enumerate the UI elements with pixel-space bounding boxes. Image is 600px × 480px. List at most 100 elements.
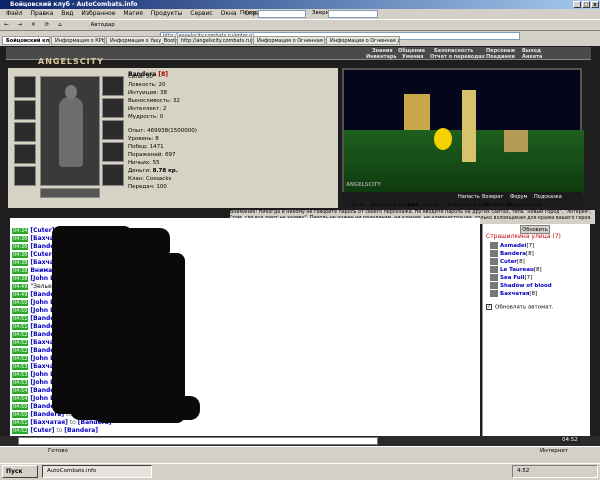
menu-file[interactable]: Файл [6, 9, 23, 19]
room-user[interactable]: Bandera[8] [490, 250, 534, 258]
menu-magic[interactable]: Магия [123, 9, 143, 19]
hint-button[interactable]: Подсказка [534, 192, 562, 202]
link-dormitory[interactable]: Общежитие [484, 203, 513, 208]
autodar-button[interactable]: Автодар [89, 21, 117, 30]
user-nick[interactable]: Shadow of blood [500, 283, 552, 289]
user-nick[interactable]: Le Taureau [500, 267, 534, 273]
user-nick[interactable]: Asmadei [500, 243, 527, 249]
link-bank[interactable]: Банк [352, 203, 364, 208]
stat-money: Деньги: 8.78 кр. [128, 168, 178, 174]
user-action-icon[interactable] [490, 274, 498, 281]
forum-button[interactable]: Форум [510, 192, 527, 202]
zveri-input[interactable] [328, 10, 378, 18]
autoupdate-checkbox[interactable]: ✓ [486, 304, 492, 310]
refresh-button[interactable]: ⟳ [43, 21, 52, 30]
tab-info-yasy[interactable]: Информация о Yasy_Bootkov [106, 36, 176, 45]
room-user[interactable]: Le Taureau[8] [490, 266, 542, 274]
nav-transfers[interactable]: Отчет о переводах [430, 54, 485, 60]
user-nick[interactable]: Bandera [500, 251, 526, 257]
chat-target[interactable]: [Bandera] [64, 427, 98, 434]
belt-slot[interactable] [14, 144, 36, 164]
user-action-icon[interactable] [490, 282, 498, 289]
chat-nick[interactable]: [Бахчатая] [30, 419, 68, 426]
chat-nick[interactable]: [Cuter] [30, 427, 54, 434]
building-right[interactable] [504, 130, 528, 152]
stat-intuition: Интуиция: 38 [128, 90, 167, 96]
menu-view[interactable]: Вид [61, 9, 73, 19]
maximize-button[interactable]: □ [582, 1, 590, 8]
return-button[interactable]: Возврат [482, 192, 503, 202]
nav-inventory[interactable]: Инвентарь [366, 54, 397, 60]
status-zone: Интернет [540, 448, 568, 454]
tray-clock: 4:52 [517, 468, 530, 474]
room-user[interactable]: Cuter[8] [490, 258, 525, 266]
taskbar-item[interactable]: AutoCombats.info [42, 465, 152, 478]
chat-input[interactable] [18, 437, 378, 445]
user-action-icon[interactable] [490, 250, 498, 257]
close-button[interactable]: x [591, 1, 599, 8]
user-level: [8] [525, 251, 534, 257]
back-button[interactable]: ← [2, 21, 11, 30]
user-nick[interactable]: Cuter [500, 259, 517, 265]
nav-skills[interactable]: Умения [402, 54, 424, 60]
user-level: [8] [533, 267, 542, 273]
nav-fights[interactable]: Поединки [486, 54, 515, 60]
menu-service[interactable]: Сервис [190, 9, 212, 19]
room-user[interactable]: Sea Full[7] [490, 274, 532, 282]
chat-message: 04:52 [Cuter] to [Bandera] [12, 426, 98, 435]
forward-button[interactable]: → [16, 21, 25, 30]
link-death-bank[interactable]: Банк смерти [408, 203, 438, 208]
autoupdate-toggle[interactable]: ✓ Обновлять автомат. [486, 304, 554, 311]
weapon-slot[interactable] [14, 100, 36, 120]
tab-info-krym[interactable]: Информация о КРЫМ [51, 36, 105, 45]
chat-direction: to [69, 419, 76, 426]
chat-nick[interactable]: [Cuter] [30, 227, 54, 234]
home-button[interactable]: ⌂ [56, 21, 64, 30]
room-title: Страшилкина улица (7) [486, 233, 561, 240]
stop-button[interactable]: ✕ [29, 21, 38, 30]
tab-fight-club[interactable]: Бойцовский клуб [2, 36, 50, 45]
user-action-icon[interactable] [490, 266, 498, 273]
room-user[interactable]: Бахчатая[8] [490, 290, 537, 298]
user-action-icon[interactable] [490, 258, 498, 265]
location-scene[interactable] [342, 68, 584, 194]
tab-info-ognennaya-2[interactable]: Информация о Огненная душа [326, 36, 400, 45]
building-left[interactable] [404, 94, 430, 130]
stat-draws: Ничьих: 55 [128, 160, 160, 166]
browser-window: Бойцовский клуб - AutoCombats.info _ □ x… [0, 0, 600, 480]
menu-favorites[interactable]: Избранное [81, 9, 115, 19]
gloves-slot[interactable] [14, 166, 36, 186]
stat-clan: Клан: Cossacks [128, 176, 172, 182]
stat-wins: Побед: 1471 [128, 144, 164, 150]
link-fight-club[interactable]: Бойцовский клуб [448, 203, 489, 208]
search-input[interactable] [258, 10, 306, 18]
user-nick[interactable]: Sea Full [500, 275, 525, 281]
stat-losses: Поражений: 697 [128, 152, 176, 158]
golden-statue[interactable] [434, 128, 452, 150]
armor-slot[interactable] [14, 122, 36, 142]
tab-angelscity[interactable]: http://angelscity.combats.ru/... [177, 36, 252, 45]
tower-building[interactable] [462, 90, 476, 162]
attack-button[interactable]: Напасть [458, 192, 480, 202]
user-action-icon[interactable] [490, 242, 498, 249]
stat-intellect: Интеллект: 2 [128, 106, 167, 112]
menu-edit[interactable]: Правка [31, 9, 54, 19]
user-level: [7] [526, 243, 535, 249]
stat-transfers: Передач: 100 [128, 184, 167, 190]
chat-nick[interactable]: [Cuter] [30, 251, 54, 258]
menu-windows[interactable]: Окна [221, 9, 237, 19]
link-abyss-entry[interactable]: Вход в Бездну [508, 203, 542, 208]
menu-products[interactable]: Продукты [151, 9, 183, 19]
character-name[interactable]: Bandera [8] [128, 71, 168, 78]
start-button[interactable]: Пуск [2, 465, 38, 478]
helmet-slot[interactable] [14, 76, 36, 98]
room-user[interactable]: Shadow of blood [490, 282, 552, 290]
user-nick[interactable]: Бахчатая [500, 291, 529, 297]
character-avatar[interactable] [40, 76, 100, 186]
user-action-icon[interactable] [490, 290, 498, 297]
chat-timestamp: 04:52 [12, 428, 29, 434]
tab-info-ognennaya-1[interactable]: Информация о Огненная душа [253, 36, 325, 45]
minimize-button[interactable]: _ [573, 1, 581, 8]
room-user[interactable]: Asmadei[7] [490, 242, 534, 250]
nav-profile[interactable]: Анкета [522, 54, 542, 60]
